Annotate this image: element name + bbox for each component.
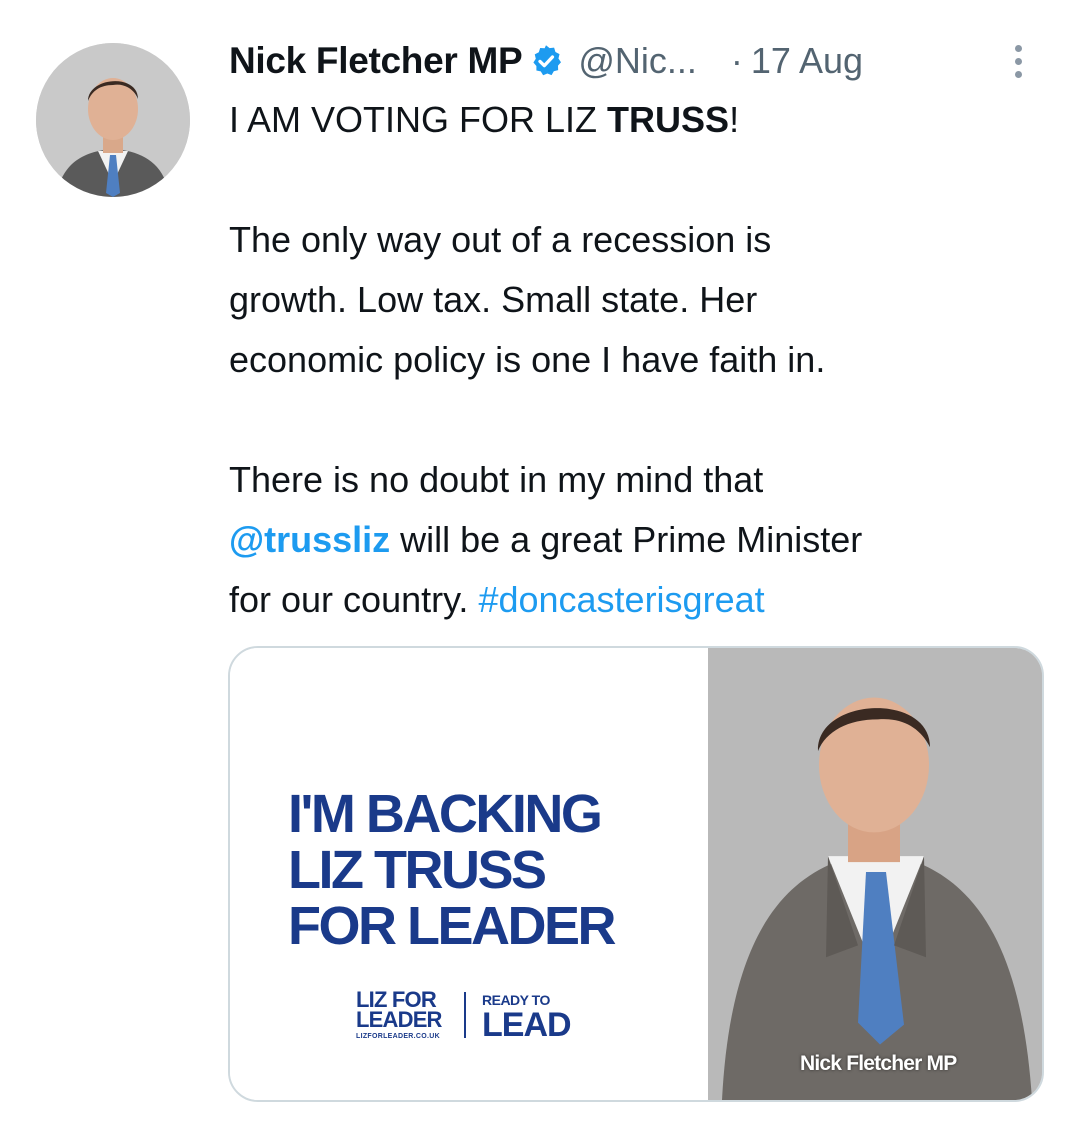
handle[interactable]: @Nic... [578, 40, 697, 82]
tweet-text-line1: I AM VOTING FOR LIZ TRUSS! [229, 99, 740, 140]
mp-portrait-photo: Nick Fletcher MP [708, 648, 1042, 1100]
tweet-text-paragraph-2: The only way out of a recession is growt… [229, 219, 826, 380]
verified-badge-icon [528, 43, 564, 79]
ready-to-lead-logo: READY TO LEAD [482, 992, 572, 1044]
tweet-media-image[interactable]: I'M BACKING LIZ TRUSS FOR LEADER LIZ FOR… [228, 646, 1044, 1102]
display-name[interactable]: Nick Fletcher MP [229, 40, 523, 82]
campaign-graphic: I'M BACKING LIZ TRUSS FOR LEADER LIZ FOR… [230, 648, 708, 1100]
tweet-date[interactable]: 17 Aug [751, 40, 863, 82]
tweet-header: Nick Fletcher MP @Nic... · 17 Aug [229, 36, 1032, 86]
logo-divider [464, 992, 466, 1038]
more-options-icon[interactable] [1004, 40, 1032, 82]
tweet[interactable]: Nick Fletcher MP @Nic... · 17 Aug I AM V… [0, 0, 1072, 1121]
avatar[interactable] [36, 43, 190, 197]
hashtag-link[interactable]: #doncasterisgreat [478, 579, 764, 620]
separator-dot: · [730, 40, 743, 81]
liz-for-leader-logo: LIZ FOR LEADER LIZFORLEADER.CO.UK [356, 987, 442, 1041]
photo-caption: Nick Fletcher MP [800, 1052, 957, 1075]
avatar-photo [36, 43, 190, 197]
campaign-headline: I'M BACKING LIZ TRUSS FOR LEADER [288, 784, 617, 956]
mention-link[interactable]: @trussliz [229, 519, 390, 560]
tweet-text-paragraph-3: There is no doubt in my mind that @truss… [229, 459, 863, 620]
